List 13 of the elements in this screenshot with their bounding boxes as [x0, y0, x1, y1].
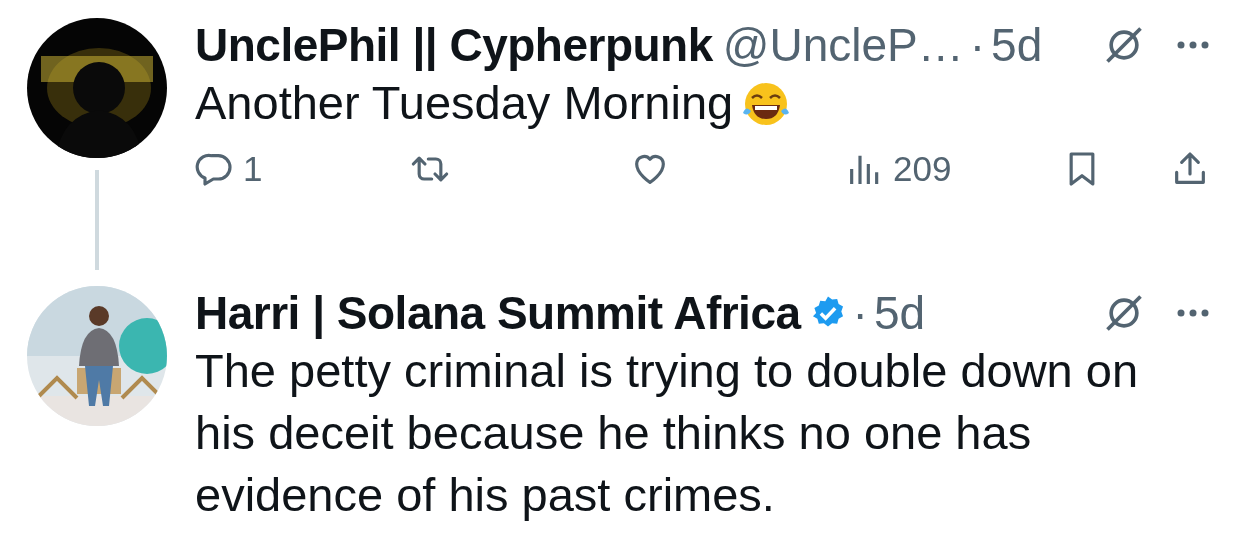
- separator-dot: ·: [852, 286, 868, 340]
- count-label: 1: [243, 149, 263, 189]
- timestamp[interactable]: 5d: [873, 286, 926, 340]
- separator-dot: ·: [969, 18, 986, 72]
- tweet-text: Another Tuesday Morning: [195, 76, 734, 129]
- count-label: 209: [893, 149, 952, 189]
- more-icon[interactable]: [1176, 40, 1210, 50]
- tweet-text: The petty criminal is trying to double down on his deceit because he thinks no one has evidence of his past crimes.: [195, 344, 1139, 521]
- author-name[interactable]: Harri | Solana Summit Africa: [195, 286, 801, 340]
- user-handle[interactable]: @UncleP…: [722, 18, 964, 72]
- author-name[interactable]: UnclePhil || Cypherpunk: [195, 18, 713, 72]
- timestamp[interactable]: 5d: [991, 18, 1043, 72]
- more-icon[interactable]: [1176, 308, 1210, 318]
